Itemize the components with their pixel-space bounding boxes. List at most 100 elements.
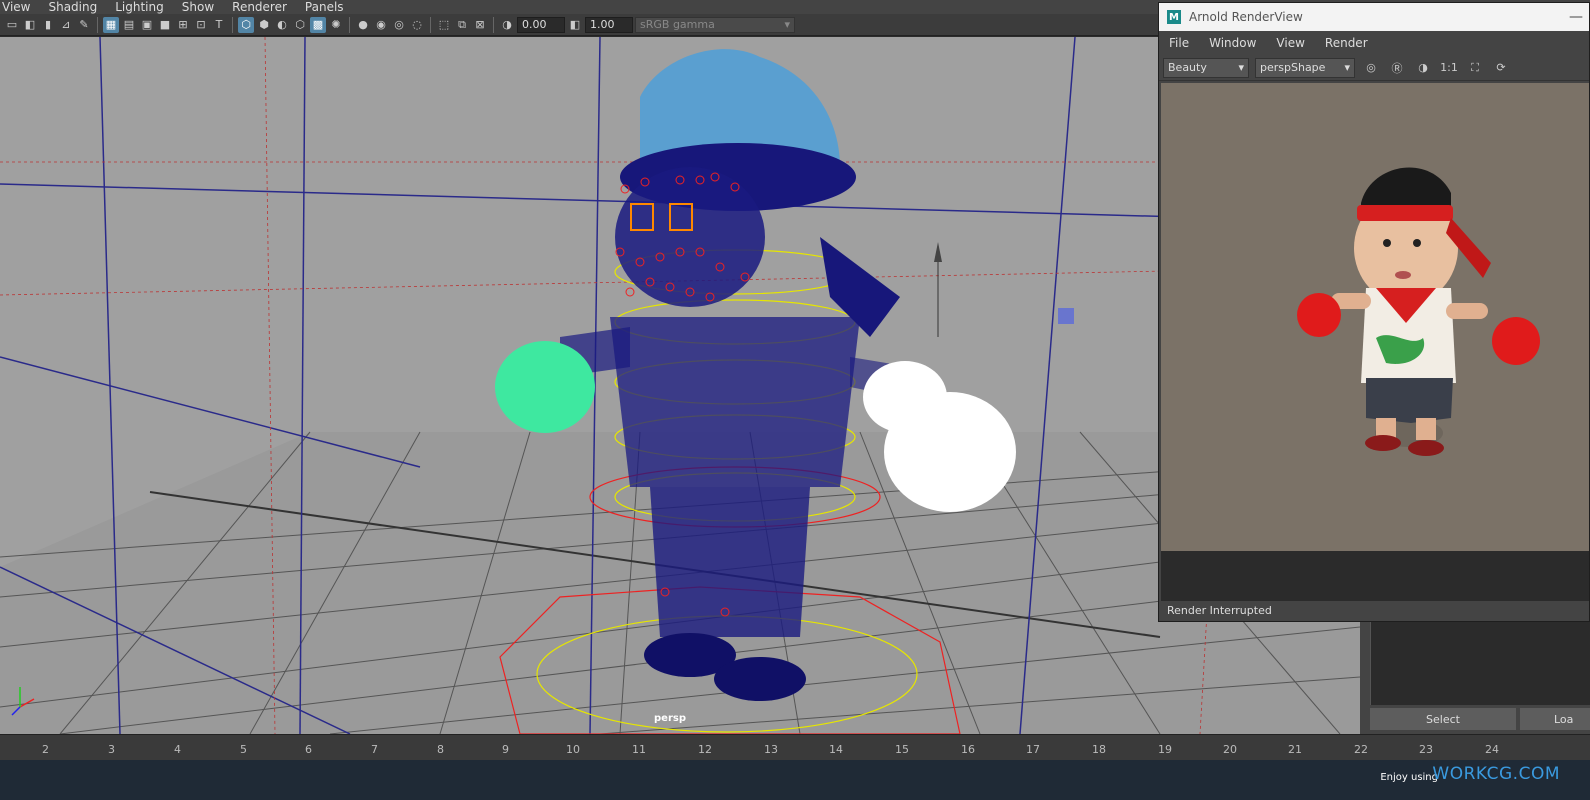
wireframe-icon[interactable]: ⬡: [238, 16, 254, 33]
toolbar-divider: [430, 16, 431, 33]
image-plane-icon[interactable]: ⊿: [58, 17, 74, 33]
camera-value: perspShape: [1260, 61, 1326, 74]
maya-logo-icon: M: [1167, 10, 1181, 24]
watermark-text: Enjoy using: [1380, 772, 1438, 783]
frame-all-icon[interactable]: ⛶: [1465, 58, 1485, 78]
ambient-occlusion-icon[interactable]: ◉: [373, 17, 389, 33]
color-space-select[interactable]: sRGB gamma ▾: [635, 16, 795, 33]
toolbar-divider: [493, 16, 494, 33]
frame-tick: 14: [829, 743, 843, 756]
chevron-down-icon: ▾: [1238, 61, 1244, 74]
renderview-toolbar: Beauty ▾ perspShape ▾ ◎ Ⓡ ◑ 1:1 ⛶ ⟳: [1159, 55, 1589, 81]
chevron-down-icon: ▾: [1344, 61, 1350, 74]
xray-icon[interactable]: ▩: [310, 16, 326, 33]
minimize-icon[interactable]: —: [1569, 9, 1583, 25]
isolate-select-icon[interactable]: ⬚: [436, 17, 452, 33]
left-glove: [495, 341, 595, 433]
exposure-icon: ◑: [502, 18, 512, 31]
ratio-label[interactable]: 1:1: [1439, 58, 1459, 78]
menu-window[interactable]: Window: [1209, 36, 1256, 50]
exposure-toggle-icon[interactable]: ◑: [1413, 58, 1433, 78]
frame-tick: 20: [1223, 743, 1237, 756]
resolution-gate-icon[interactable]: ▣: [139, 17, 155, 33]
film-gate-icon[interactable]: ▤: [121, 17, 137, 33]
grease-pencil-icon[interactable]: ✎: [76, 17, 92, 33]
textured-icon[interactable]: ⬡: [292, 17, 308, 33]
frame-tick: 12: [698, 743, 712, 756]
xray-joints-icon[interactable]: ⧉: [454, 17, 470, 33]
window-titlebar[interactable]: M Arnold RenderView —: [1159, 3, 1589, 31]
frame-tick: 11: [632, 743, 646, 756]
frame-tick: 17: [1026, 743, 1040, 756]
menu-shading[interactable]: Shading: [48, 0, 97, 14]
camera-lock-icon[interactable]: ◧: [22, 17, 38, 33]
camera-select[interactable]: perspShape ▾: [1255, 57, 1355, 78]
exposure-field[interactable]: [517, 16, 565, 33]
frame-tick: 7: [371, 743, 378, 756]
frame-tick: 8: [437, 743, 444, 756]
frame-tick: 13: [764, 743, 778, 756]
frame-tick: 19: [1158, 743, 1172, 756]
frame-tick: 4: [174, 743, 181, 756]
frame-tick: 18: [1092, 743, 1106, 756]
frame-tick: 3: [108, 743, 115, 756]
channel-box-panel: Select Loa: [1360, 620, 1590, 734]
xray-active-icon[interactable]: ⊠: [472, 17, 488, 33]
gamma-field[interactable]: [585, 16, 633, 33]
toolbar-divider: [232, 16, 233, 33]
menu-renderer[interactable]: Renderer: [232, 0, 287, 14]
safe-title-icon[interactable]: T: [211, 17, 227, 33]
menu-view[interactable]: View: [1276, 36, 1304, 50]
menu-show[interactable]: Show: [182, 0, 214, 14]
select-button[interactable]: Select: [1370, 708, 1516, 730]
render-canvas[interactable]: [1161, 83, 1589, 551]
grid-icon[interactable]: ▦: [103, 16, 119, 33]
menu-panels[interactable]: Panels: [305, 0, 344, 14]
aov-value: Beauty: [1168, 61, 1207, 74]
refresh-icon[interactable]: ⟳: [1491, 58, 1511, 78]
menu-lighting[interactable]: Lighting: [115, 0, 164, 14]
aov-select[interactable]: Beauty ▾: [1163, 57, 1249, 78]
frame-tick: 15: [895, 743, 909, 756]
rgb-channel-icon[interactable]: Ⓡ: [1387, 58, 1407, 78]
frame-tick: 21: [1288, 743, 1302, 756]
range-slider: Enjoy using WORKCG.COM: [0, 760, 1590, 800]
chevron-down-icon: ▾: [784, 18, 790, 31]
render-region-icon[interactable]: ◎: [1361, 58, 1381, 78]
color-space-value: sRGB gamma: [640, 18, 715, 31]
light-locator: [1058, 308, 1074, 324]
render-image: [1161, 83, 1589, 551]
menu-file[interactable]: File: [1169, 36, 1189, 50]
render-status: Render Interrupted: [1161, 601, 1589, 621]
menu-render[interactable]: Render: [1325, 36, 1368, 50]
perspective-viewport[interactable]: persp: [0, 37, 1360, 734]
frame-tick: 23: [1419, 743, 1433, 756]
camera-select-icon[interactable]: ▭: [4, 17, 20, 33]
frame-tick: 22: [1354, 743, 1368, 756]
wireframe-on-shaded-icon[interactable]: ◐: [274, 17, 290, 33]
shadows-icon[interactable]: ●: [355, 17, 371, 33]
toolbar-divider: [349, 16, 350, 33]
anti-alias-icon[interactable]: ◌: [409, 17, 425, 33]
manipulator-arrow: [934, 242, 942, 262]
watermark-brand: WORKCG.COM: [1432, 764, 1560, 784]
gate-mask-icon[interactable]: ■: [157, 17, 173, 33]
field-chart-icon[interactable]: ⊞: [175, 17, 191, 33]
lighting-icon[interactable]: ✺: [328, 17, 344, 33]
safe-action-icon[interactable]: ⊡: [193, 17, 209, 33]
smooth-shade-icon[interactable]: ⬢: [256, 17, 272, 33]
time-slider[interactable]: 2 3 4 5 6 7 8 9 10 11 12 13 14 15 16 17 …: [0, 734, 1590, 760]
menu-view[interactable]: View: [2, 0, 30, 14]
load-button[interactable]: Loa: [1520, 708, 1590, 730]
viewport-scene: [0, 37, 1360, 734]
camera-label: persp: [654, 713, 686, 724]
bookmark-icon[interactable]: ▮: [40, 17, 56, 33]
frame-tick: 9: [502, 743, 509, 756]
right-glove-cuff: [863, 361, 947, 433]
frame-tick: 24: [1485, 743, 1499, 756]
arnold-renderview-window: M Arnold RenderView — File Window View R…: [1158, 2, 1590, 622]
motion-blur-icon[interactable]: ◎: [391, 17, 407, 33]
frame-tick: 2: [42, 743, 49, 756]
gamma-icon: ◧: [569, 18, 581, 31]
frame-tick: 6: [305, 743, 312, 756]
